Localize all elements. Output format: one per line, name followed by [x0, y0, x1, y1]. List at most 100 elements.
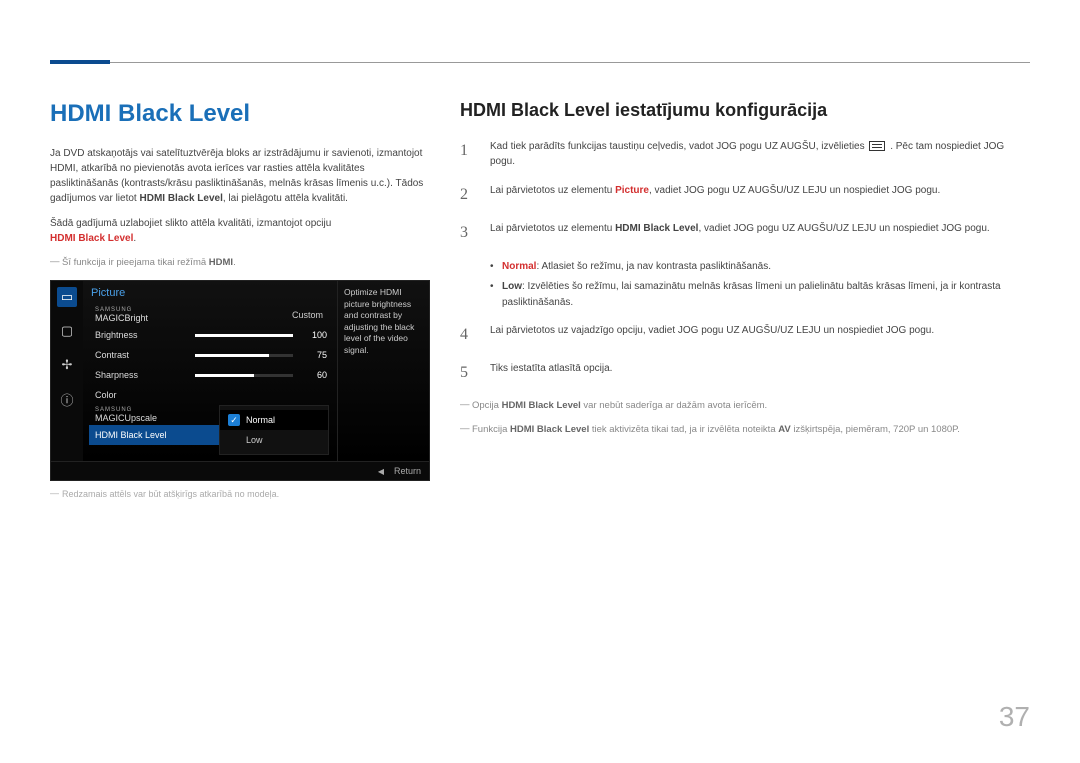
note-hdmi-only: Šī funkcija ir pieejama tikai režīmā HDM… [50, 256, 430, 270]
osd-sub-normal[interactable]: ✓ Normal [220, 410, 328, 430]
step-3: 3 Lai pārvietotos uz elementu HDMI Black… [460, 221, 1030, 245]
left-column: HDMI Black Level Ja DVD atskaņotājs vai … [50, 100, 430, 499]
step-5-text: Tiks iestatīta atlasītā opcija. [490, 361, 612, 385]
monitor-icon[interactable]: ▭ [57, 287, 77, 307]
right-column: HDMI Black Level iestatījumu konfigurāci… [460, 100, 1030, 499]
osd-row-sharpness[interactable]: Sharpness 60 [89, 365, 333, 385]
osd-label-hbl: HDMI Black Level [95, 430, 167, 440]
intro-text-2: , lai pielāgotu attēla kvalitāti. [223, 193, 348, 204]
osd-val-contrast: 75 [299, 350, 327, 360]
osd-submain: SAMSUNGMAGICUpscale HDMI Black Level ✓ N… [89, 405, 333, 455]
note-a-post: var nebūt saderīga ar dažām avota ierīcē… [581, 400, 767, 411]
osd-sub-low[interactable]: Low [220, 430, 328, 450]
note-b-post: izšķirtspēja, piemēram, 720P un 1080P. [791, 424, 960, 435]
step-1-text: Kad tiek parādīts funkcijas taustiņu ceļ… [490, 139, 1030, 169]
osd-submenu: ✓ Normal Low [219, 405, 329, 455]
step-2-text: Lai pārvietotos uz elementu Picture, vad… [490, 183, 940, 207]
osd-label-contrast: Contrast [95, 350, 195, 360]
osd-label-upscale: SAMSUNGMAGICUpscale [95, 408, 195, 423]
intro-paragraph: Ja DVD atskaņotājs vai satelītuztvērēja … [50, 146, 430, 206]
para2-red: HDMI Black Level [50, 233, 133, 244]
osd-section-title: Picture [89, 287, 333, 299]
osd-label-sharpness: Sharpness [95, 370, 195, 380]
osd-footer: ◀ Return [51, 461, 429, 480]
note1-bold: HDMI [209, 257, 233, 268]
step-2-red: Picture [615, 185, 649, 196]
step-4: 4 Lai pārvietotos uz vajadzīgo opciju, v… [460, 323, 1030, 347]
osd-help-text: Optimize HDMI picture brightness and con… [337, 281, 429, 461]
options-bullets: Normal: Atlasiet šo režīmu, ja nav kontr… [490, 259, 1030, 311]
step-3-text: Lai pārvietotos uz elementu HDMI Black L… [490, 221, 990, 245]
osd-icon-rail: ▭ ▢ ✢ ⓘ [51, 281, 83, 461]
osd-val-magicbright: Custom [195, 310, 327, 320]
step-2-num: 2 [460, 183, 476, 207]
note-compat: Opcija HDMI Black Level var nebūt saderī… [460, 399, 1030, 413]
para2-dot: . [133, 233, 136, 244]
image-icon[interactable]: ▢ [57, 321, 77, 341]
osd-bar-contrast [195, 354, 293, 357]
settings-icon[interactable]: ✢ [57, 355, 77, 375]
osd-main: Picture SAMSUNGMAGICBright Custom Bright… [83, 281, 337, 461]
step-1: 1 Kad tiek parādīts funkcijas taustiņu c… [460, 139, 1030, 169]
step-5: 5 Tiks iestatīta atlasītā opcija. [460, 361, 1030, 385]
step-4-num: 4 [460, 323, 476, 347]
step-2: 2 Lai pārvietotos uz elementu Picture, v… [460, 183, 1030, 207]
osd-row-color[interactable]: Color [89, 385, 333, 405]
step-3-pre: Lai pārvietotos uz elementu [490, 223, 615, 234]
step-5-num: 5 [460, 361, 476, 385]
step-1-num: 1 [460, 139, 476, 169]
top-accent [50, 60, 110, 64]
osd-label-magicbright: SAMSUNGMAGICBright [95, 308, 195, 323]
osd-row-upscale[interactable]: SAMSUNGMAGICUpscale [89, 405, 223, 425]
step-1-pre: Kad tiek parādīts funkcijas taustiņu ceļ… [490, 141, 867, 152]
osd-sub-low-label: Low [246, 435, 263, 445]
info-icon[interactable]: ⓘ [57, 389, 77, 409]
page-content: HDMI Black Level Ja DVD atskaņotājs vai … [0, 0, 1080, 499]
bullet-low-label: Low [502, 281, 522, 292]
step-3-bold: HDMI Black Level [615, 223, 698, 234]
osd-val-brightness: 100 [299, 330, 327, 340]
check-icon: ✓ [228, 414, 240, 426]
bullet-normal: Normal: Atlasiet šo režīmu, ja nav kontr… [490, 259, 1030, 275]
image-disclaimer: Redzamais attēls var būt atšķirīgs atkar… [50, 489, 430, 499]
section-subtitle: HDMI Black Level iestatījumu konfigurāci… [460, 100, 1030, 121]
osd-return-label[interactable]: Return [394, 466, 421, 476]
page-title: HDMI Black Level [50, 100, 430, 128]
osd-label-brightness: Brightness [95, 330, 195, 340]
back-icon[interactable]: ◀ [378, 467, 384, 476]
menu-icon [869, 141, 885, 151]
osd-label-color: Color [95, 390, 195, 400]
note-b-mid: tiek aktivizēta tikai tad, ja ir izvēlēt… [589, 424, 778, 435]
step-4-text: Lai pārvietotos uz vajadzīgo opciju, vad… [490, 323, 934, 347]
osd-row-contrast[interactable]: Contrast 75 [89, 345, 333, 365]
note-b-bold: HDMI Black Level [510, 424, 589, 435]
note-b-pre: Funkcija [472, 424, 510, 435]
osd-val-sharpness: 60 [299, 370, 327, 380]
step-3-num: 3 [460, 221, 476, 245]
note-av: Funkcija HDMI Black Level tiek aktivizēt… [460, 423, 1030, 437]
note1-dot: . [233, 257, 236, 268]
bullet-normal-label: Normal [502, 261, 536, 272]
step-2-post: , vadiet JOG pogu UZ AUGŠU/UZ LEJU un no… [649, 185, 940, 196]
top-rule [50, 62, 1030, 63]
note-b-bold2: AV [778, 424, 791, 435]
page-number: 37 [999, 701, 1030, 733]
note-a-bold: HDMI Black Level [502, 400, 581, 411]
osd-bar-brightness [195, 334, 293, 337]
osd-body: ▭ ▢ ✢ ⓘ Picture SAMSUNGMAGICBright Custo… [51, 281, 429, 461]
para2-text: Šādā gadījumā uzlabojiet slikto attēla k… [50, 218, 331, 229]
osd-sub-normal-label: Normal [246, 415, 275, 425]
note-a-pre: Opcija [472, 400, 502, 411]
osd-row-hdmi-black-level[interactable]: HDMI Black Level [89, 425, 223, 445]
step-2-pre: Lai pārvietotos uz elementu [490, 185, 615, 196]
osd-row-brightness[interactable]: Brightness 100 [89, 325, 333, 345]
para2: Šādā gadījumā uzlabojiet slikto attēla k… [50, 216, 430, 246]
bullet-normal-text: : Atlasiet šo režīmu, ja nav kontrasta p… [536, 261, 771, 272]
osd-menu: ▭ ▢ ✢ ⓘ Picture SAMSUNGMAGICBright Custo… [50, 280, 430, 481]
osd-bar-sharpness [195, 374, 293, 377]
bullet-low-text: : Izvēlēties šo režīmu, lai samazinātu m… [502, 281, 1001, 308]
bullet-low: Low: Izvēlēties šo režīmu, lai samazināt… [490, 279, 1030, 311]
osd-row-magicbright[interactable]: SAMSUNGMAGICBright Custom [89, 305, 333, 325]
note1-text: Šī funkcija ir pieejama tikai režīmā [62, 257, 209, 268]
steps-list: 1 Kad tiek parādīts funkcijas taustiņu c… [460, 139, 1030, 245]
